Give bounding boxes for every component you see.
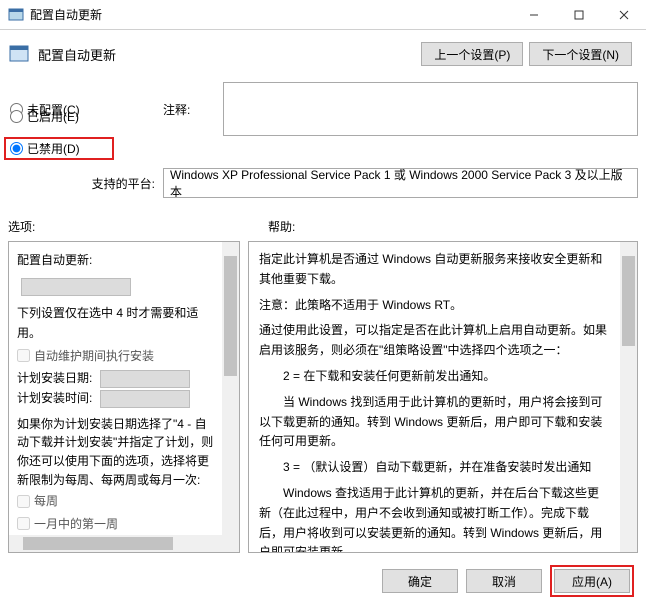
dialog-footer: 确定 取消 应用(A): [0, 553, 646, 597]
window-title: 配置自动更新: [30, 6, 102, 23]
highlight-apply-button: 应用(A): [550, 565, 634, 597]
schedule-time-dropdown[interactable]: [100, 390, 190, 408]
minimize-button[interactable]: [511, 0, 556, 30]
help-vertical-scrollbar[interactable]: [620, 242, 637, 552]
first-week-label: 一月中的第一周: [34, 514, 118, 534]
radio-enabled-label[interactable]: 已启用(E): [27, 108, 79, 125]
cancel-button[interactable]: 取消: [466, 569, 542, 593]
schedule-date-dropdown[interactable]: [100, 370, 190, 388]
schedule-date-label: 计划安装日期:: [17, 371, 92, 385]
radio-disabled[interactable]: [10, 142, 23, 155]
policy-icon: [8, 43, 30, 65]
window-icon: [8, 7, 24, 23]
policy-header: 配置自动更新 上一个设置(P) 下一个设置(N): [0, 30, 646, 74]
help-p3: 通过使用此设置，可以指定是否在此计算机上启用自动更新。如果启用该服务，则必须在"…: [259, 321, 610, 361]
options-vertical-scrollbar[interactable]: [222, 242, 239, 535]
ok-button[interactable]: 确定: [382, 569, 458, 593]
comment-textbox[interactable]: [223, 82, 638, 136]
maximize-button[interactable]: [556, 0, 601, 30]
help-p6: 3 = （默认设置）自动下载更新，并在准备安装时发出通知: [259, 458, 610, 478]
options-section-label: 选项:: [8, 218, 258, 235]
every-week-label: 每周: [34, 491, 58, 511]
help-p1: 指定此计算机是否通过 Windows 自动更新服务来接收安全更新和其他重要下载。: [259, 250, 610, 290]
scroll-corner: [222, 535, 239, 552]
help-p2: 注意：此策略不适用于 Windows RT。: [259, 296, 610, 316]
help-p4: 2 = 在下载和安装任何更新前发出通知。: [259, 367, 610, 387]
help-p5: 当 Windows 找到适用于此计算机的更新时，用户将会接到可以下载更新的通知。…: [259, 393, 610, 452]
close-button[interactable]: [601, 0, 646, 30]
apply-button[interactable]: 应用(A): [554, 569, 630, 593]
options-horizontal-scrollbar[interactable]: [9, 535, 222, 552]
every-week-checkbox[interactable]: [17, 495, 30, 508]
options-long-note: 如果你为计划安装日期选择了"4 - 自动下载并计划安装"并指定了计划，则你还可以…: [17, 415, 214, 489]
help-p7: Windows 查找适用于此计算机的更新，并在后台下载这些更新（在此过程中，用户…: [259, 484, 610, 552]
options-panel: 配置自动更新: 下列设置仅在选中 4 时才需要和适用。 自动维护期间执行安装 计…: [8, 241, 240, 553]
supported-platform-text: Windows XP Professional Service Pack 1 或…: [170, 168, 631, 198]
help-panel: 指定此计算机是否通过 Windows 自动更新服务来接收安全更新和其他重要下载。…: [248, 241, 638, 553]
help-section-label: 帮助:: [258, 218, 638, 235]
radio-disabled-label[interactable]: 已禁用(D): [27, 140, 80, 157]
radio-enabled[interactable]: [10, 110, 23, 123]
highlight-disabled-radio: 已禁用(D): [4, 137, 114, 160]
configure-update-dropdown[interactable]: [21, 278, 131, 296]
next-setting-button[interactable]: 下一个设置(N): [529, 42, 632, 66]
window-titlebar: 配置自动更新: [0, 0, 646, 30]
options-heading: 配置自动更新:: [17, 250, 214, 270]
platform-label: 支持的平台:: [92, 175, 155, 192]
maintenance-install-label: 自动维护期间执行安装: [34, 346, 154, 366]
previous-setting-button[interactable]: 上一个设置(P): [421, 42, 523, 66]
maintenance-install-checkbox[interactable]: [17, 349, 30, 362]
comment-label: 注释:: [163, 101, 223, 118]
policy-title: 配置自动更新: [38, 45, 116, 64]
schedule-time-label: 计划安装时间:: [17, 391, 92, 405]
first-week-checkbox[interactable]: [17, 517, 30, 530]
options-note: 下列设置仅在选中 4 时才需要和适用。: [17, 303, 214, 344]
supported-platform-box: Windows XP Professional Service Pack 1 或…: [163, 168, 638, 198]
